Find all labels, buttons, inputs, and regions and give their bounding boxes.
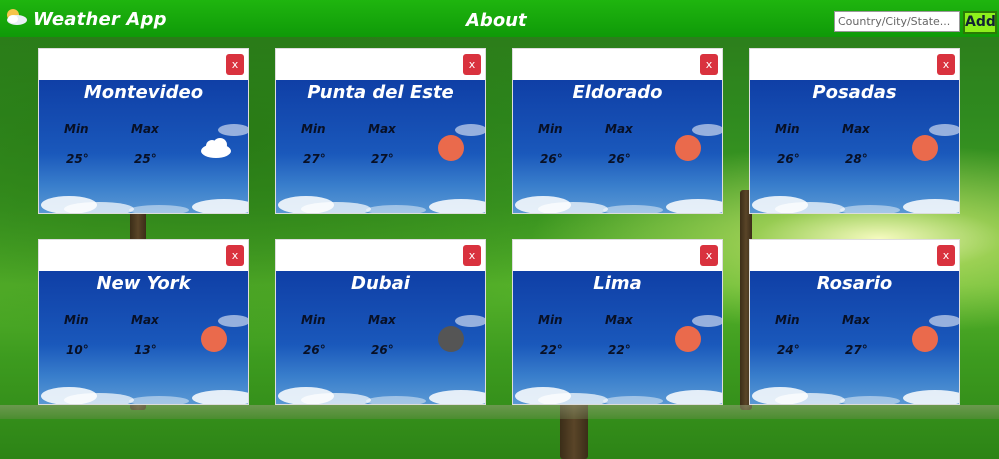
close-card-button[interactable]: x: [463, 54, 481, 75]
min-label: Min: [301, 122, 326, 136]
weather-card-body: Montevideo Min Max 25° 25°: [39, 80, 248, 213]
clouds-decoration: [752, 196, 959, 213]
clouds-decoration: [278, 196, 485, 213]
min-temperature: 27°: [303, 152, 326, 166]
weather-card-body: Lima Min Max 22° 22°: [513, 271, 722, 404]
min-label: Min: [775, 122, 800, 136]
max-label: Max: [368, 122, 396, 136]
close-card-button[interactable]: x: [463, 245, 481, 266]
min-temperature: 26°: [540, 152, 563, 166]
cloud-icon: [199, 135, 231, 165]
min-label: Min: [64, 122, 89, 136]
max-temperature: 22°: [608, 343, 631, 357]
weather-card: x Punta del Este Min Max 27° 27°: [275, 48, 486, 214]
city-name: Posadas: [812, 82, 897, 103]
city-name: Montevideo: [83, 82, 204, 103]
about-link[interactable]: About: [466, 10, 527, 31]
park-path: [0, 405, 999, 419]
close-card-button[interactable]: x: [937, 245, 955, 266]
brand-title[interactable]: Weather App: [33, 9, 167, 30]
weather-card: x Dubai Min Max 26° 26°: [275, 239, 486, 405]
max-temperature: 28°: [845, 152, 868, 166]
weather-card: x New York Min Max 10° 13°: [38, 239, 249, 405]
sun-icon: [910, 326, 940, 356]
max-label: Max: [605, 122, 633, 136]
weather-card: x Eldorado Min Max 26° 26°: [512, 48, 723, 214]
search-input[interactable]: [834, 11, 960, 32]
max-label: Max: [368, 313, 396, 327]
add-button[interactable]: Add: [963, 11, 997, 34]
city-name: Punta del Este: [307, 82, 454, 103]
max-label: Max: [842, 313, 870, 327]
weather-card: x Posadas Min Max 26° 28°: [749, 48, 960, 214]
weather-card: x Lima Min Max 22° 22°: [512, 239, 723, 405]
weather-logo-icon: [4, 7, 28, 27]
min-label: Min: [64, 313, 89, 327]
city-name: Rosario: [816, 273, 893, 294]
weather-card-body: New York Min Max 10° 13°: [39, 271, 248, 404]
city-name: Lima: [593, 273, 642, 294]
min-label: Min: [301, 313, 326, 327]
max-temperature: 26°: [608, 152, 631, 166]
clouds-decoration: [515, 196, 722, 213]
min-label: Min: [775, 313, 800, 327]
max-temperature: 27°: [371, 152, 394, 166]
weather-card-body: Punta del Este Min Max 27° 27°: [276, 80, 485, 213]
max-label: Max: [605, 313, 633, 327]
close-card-button[interactable]: x: [700, 245, 718, 266]
max-label: Max: [131, 122, 159, 136]
min-temperature: 26°: [303, 343, 326, 357]
clouds-decoration: [41, 387, 248, 404]
weather-card: x Rosario Min Max 24° 27°: [749, 239, 960, 405]
max-temperature: 13°: [134, 343, 157, 357]
min-label: Min: [538, 313, 563, 327]
sun-icon: [673, 135, 703, 165]
clouds-decoration: [278, 387, 485, 404]
max-temperature: 26°: [371, 343, 394, 357]
max-label: Max: [131, 313, 159, 327]
sun-icon: [436, 135, 466, 165]
min-label: Min: [538, 122, 563, 136]
weather-card-body: Posadas Min Max 26° 28°: [750, 80, 959, 213]
min-temperature: 25°: [66, 152, 89, 166]
close-card-button[interactable]: x: [700, 54, 718, 75]
weather-card-body: Eldorado Min Max 26° 26°: [513, 80, 722, 213]
city-name: Dubai: [351, 273, 410, 294]
sun-icon: [673, 326, 703, 356]
sun-icon: [199, 326, 229, 356]
sun-icon: [910, 135, 940, 165]
close-card-button[interactable]: x: [226, 54, 244, 75]
weather-card: x Montevideo Min Max 25° 25°: [38, 48, 249, 214]
min-temperature: 10°: [66, 343, 89, 357]
min-temperature: 24°: [777, 343, 800, 357]
max-temperature: 25°: [134, 152, 157, 166]
close-card-button[interactable]: x: [226, 245, 244, 266]
weather-card-body: Dubai Min Max 26° 26°: [276, 271, 485, 404]
city-name: Eldorado: [572, 82, 663, 103]
max-temperature: 27°: [845, 343, 868, 357]
clouds-decoration: [752, 387, 959, 404]
min-temperature: 26°: [777, 152, 800, 166]
max-label: Max: [842, 122, 870, 136]
moon-icon: [436, 326, 466, 356]
clouds-decoration: [515, 387, 722, 404]
min-temperature: 22°: [540, 343, 563, 357]
weather-card-body: Rosario Min Max 24° 27°: [750, 271, 959, 404]
city-name: New York: [96, 273, 191, 294]
close-card-button[interactable]: x: [937, 54, 955, 75]
clouds-decoration: [41, 196, 248, 213]
navbar: Weather App About Add: [0, 0, 999, 37]
